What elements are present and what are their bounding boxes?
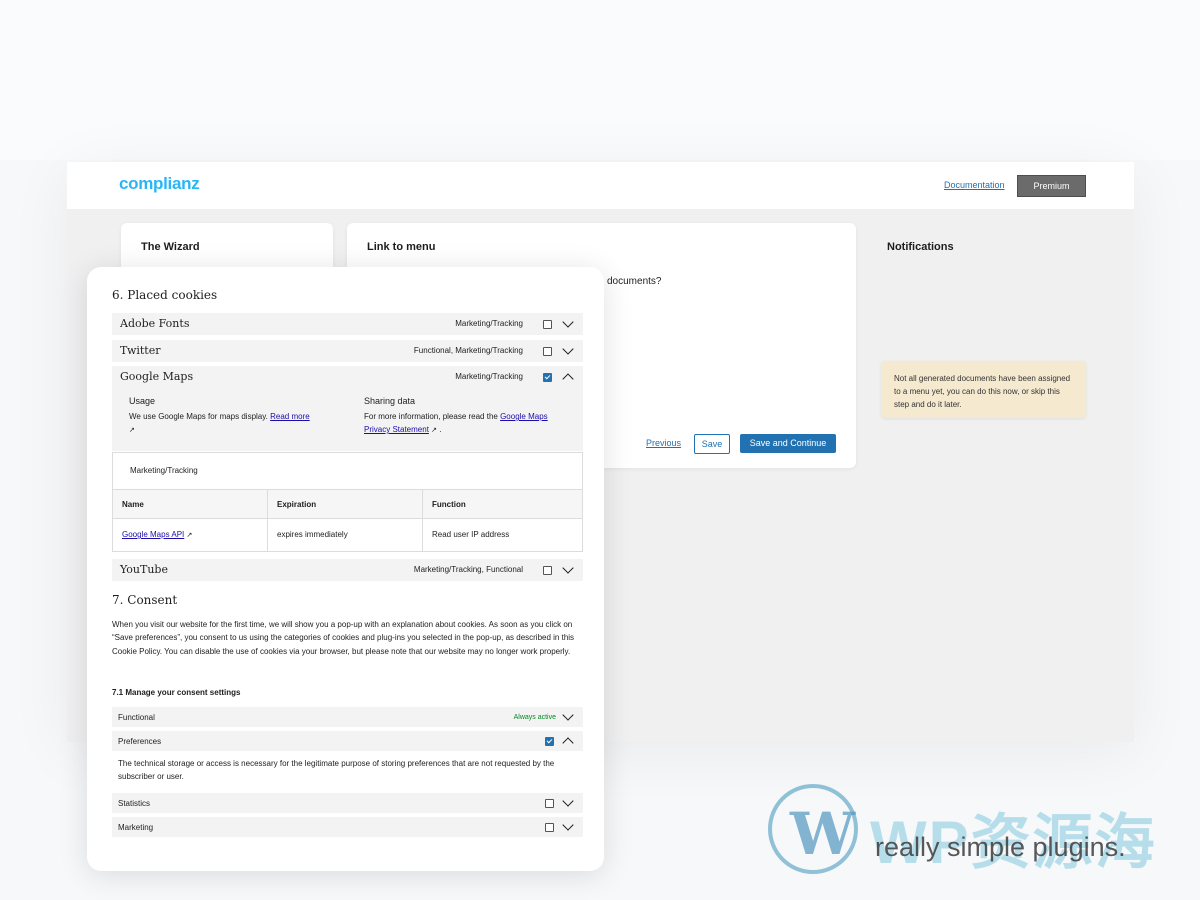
cookie-row-youtube[interactable]: YouTube Marketing/Tracking, Functional [112, 559, 583, 581]
read-more-link[interactable]: Read more [270, 412, 310, 421]
consent-row-marketing[interactable]: Marketing [112, 817, 583, 837]
watermark-subtitle: really simple plugins. [875, 832, 1126, 862]
background-top [0, 0, 1200, 160]
notification-message: Not all generated documents have been as… [881, 361, 1086, 418]
marketing-checkbox[interactable] [545, 823, 554, 832]
consent-row-functional[interactable]: Functional Always active [112, 707, 583, 727]
watermark: W WP资源海 really simple plugins. [768, 784, 1188, 879]
cookie-category: Functional, Marketing/Tracking [413, 346, 523, 355]
external-link-icon: ↗ [129, 427, 135, 434]
manage-consent-heading: 7.1 Manage your consent settings [112, 688, 241, 697]
header-expiration: Expiration [268, 490, 423, 518]
preferences-description: The technical storage or access is neces… [118, 759, 555, 781]
chevron-up-icon[interactable] [562, 737, 574, 749]
external-link-icon: ↗ [186, 531, 193, 539]
chevron-up-icon[interactable] [562, 373, 574, 385]
usage-label: Usage [129, 396, 156, 406]
documentation-link[interactable]: Documentation [944, 180, 1005, 190]
consent-label: Marketing [118, 823, 154, 832]
cookie-name: Adobe Fonts [120, 317, 190, 330]
table-header: Name Expiration Function [113, 489, 582, 519]
cookie-checkbox[interactable] [543, 566, 552, 575]
header-name: Name [113, 490, 268, 518]
menu-question: documents? [607, 276, 662, 287]
consent-label: Functional [118, 713, 155, 722]
notifications-title: Notifications [887, 241, 954, 253]
statistics-checkbox[interactable] [545, 799, 554, 808]
top-bar: complianz Documentation Premium [67, 162, 1134, 209]
wordpress-logo-icon: W [768, 784, 858, 874]
chevron-down-icon[interactable] [562, 343, 574, 355]
consent-label: Preferences [118, 737, 162, 746]
cookie-checkbox-checked[interactable] [543, 373, 552, 382]
cookie-category: Marketing/Tracking [455, 319, 523, 328]
chevron-down-icon[interactable] [562, 562, 574, 574]
chevron-down-icon[interactable] [562, 709, 574, 721]
header-function: Function [432, 499, 466, 509]
cookie-name: Twitter [120, 344, 161, 357]
consent-heading: 7. Consent [112, 593, 178, 607]
consent-row-preferences[interactable]: Preferences [112, 731, 583, 751]
cookie-policy-panel: 6. Placed cookies Adobe Fonts Marketing/… [87, 267, 604, 871]
table-row: Google Maps API ↗ expires immediately Re… [113, 518, 582, 551]
sharing-description: For more information, please read the [364, 412, 498, 421]
previous-button[interactable]: Previous [646, 438, 681, 448]
external-link-icon: ↗ [431, 427, 438, 434]
always-active-badge: Always active [513, 714, 556, 721]
chevron-down-icon[interactable] [562, 316, 574, 328]
chevron-down-icon[interactable] [562, 795, 574, 807]
cell-function: Read user IP address [432, 530, 510, 539]
consent-label: Statistics [118, 799, 151, 808]
cookie-name: Google Maps [120, 370, 194, 383]
cookie-table: Marketing/Tracking Name Expiration Funct… [112, 452, 583, 552]
premium-button[interactable]: Premium [1017, 175, 1086, 197]
cell-name: Google Maps API ↗ [113, 518, 268, 551]
placed-cookies-heading: 6. Placed cookies [112, 288, 218, 302]
cookie-row-adobe-fonts[interactable]: Adobe Fonts Marketing/Tracking [112, 313, 583, 335]
cookie-name: YouTube [120, 563, 168, 576]
sharing-text: For more information, please read the Go… [364, 412, 548, 434]
complianz-logo: complianz [119, 174, 200, 193]
consent-text: When you visit our website for the first… [112, 620, 575, 656]
consent-row-statistics[interactable]: Statistics [112, 793, 583, 813]
usage-description: We use Google Maps for maps display. [129, 412, 268, 421]
cookie-category: Marketing/Tracking [455, 372, 523, 381]
google-maps-detail: Usage We use Google Maps for maps displa… [112, 388, 583, 451]
wizard-title: The Wizard [141, 241, 200, 253]
cell-expiration: expires immediately [268, 518, 423, 551]
save-and-continue-button[interactable]: Save and Continue [740, 434, 836, 453]
cookie-row-google-maps[interactable]: Google Maps Marketing/Tracking [112, 366, 583, 388]
cookie-checkbox[interactable] [543, 347, 552, 356]
save-button[interactable]: Save [694, 434, 730, 454]
preferences-checkbox[interactable] [545, 737, 554, 746]
cookie-checkbox[interactable] [543, 320, 552, 329]
google-maps-api-link[interactable]: Google Maps API [122, 530, 184, 539]
purpose-label: Marketing/Tracking [130, 466, 198, 475]
cookie-category: Marketing/Tracking, Functional [413, 565, 523, 574]
usage-text: We use Google Maps for maps display. Rea… [129, 410, 329, 437]
chevron-down-icon[interactable] [562, 819, 574, 831]
cookie-row-twitter[interactable]: Twitter Functional, Marketing/Tracking [112, 340, 583, 362]
sharing-data-label: Sharing data [364, 396, 416, 406]
link-to-menu-title: Link to menu [367, 241, 436, 253]
